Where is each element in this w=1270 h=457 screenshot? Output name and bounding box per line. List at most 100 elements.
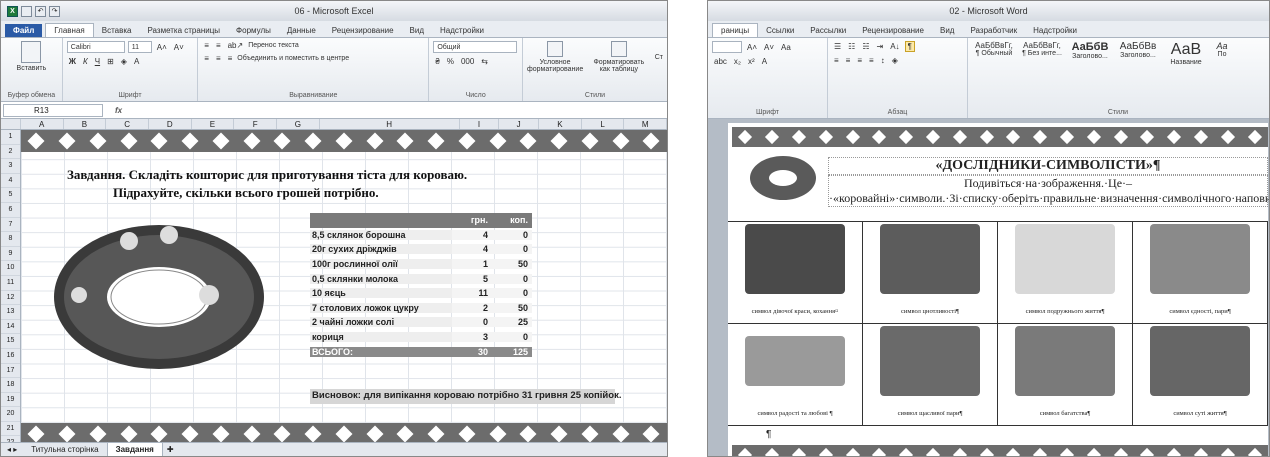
row-header[interactable]: 8: [1, 232, 20, 247]
col-header[interactable]: E: [192, 119, 235, 129]
font-size-select[interactable]: [712, 41, 742, 53]
col-header[interactable]: I: [460, 119, 500, 129]
tab-addins[interactable]: Надстройки: [432, 24, 492, 37]
paste-button[interactable]: Вставить: [5, 65, 58, 72]
superscript-icon[interactable]: x²: [746, 57, 757, 66]
align-center-icon[interactable]: ≡: [214, 54, 223, 63]
align-right-icon[interactable]: ≡: [855, 56, 864, 65]
style-title[interactable]: АаВ Название: [1164, 41, 1208, 115]
sort-icon[interactable]: A↓: [888, 42, 901, 51]
tab-page-layout[interactable]: Разметка страницы: [139, 24, 228, 37]
font-name-select[interactable]: Calibri: [66, 41, 125, 53]
row-header[interactable]: 16: [1, 349, 20, 364]
numbering-icon[interactable]: ☷: [846, 42, 857, 51]
font-size-select[interactable]: 11: [127, 41, 152, 53]
tab-page-layout[interactable]: раницы: [712, 23, 759, 37]
percent-button[interactable]: %: [445, 57, 456, 66]
style-heading1[interactable]: АаБбВ Заголово...: [1068, 41, 1112, 115]
excel-logo-icon[interactable]: X: [7, 5, 18, 17]
symbol-cell[interactable]: символ суті життя¶: [1133, 324, 1268, 426]
col-header[interactable]: J: [499, 119, 540, 129]
bold-button[interactable]: Ж: [67, 57, 78, 66]
justify-icon[interactable]: ≡: [867, 56, 876, 65]
shrink-font-icon[interactable]: A˅: [762, 43, 776, 52]
table-row[interactable]: 8,5 склянок борошна 4 0: [310, 228, 532, 243]
align-right-icon[interactable]: ≡: [226, 54, 235, 63]
subscript-icon[interactable]: x₂: [732, 57, 743, 66]
tab-view[interactable]: Вид: [932, 24, 962, 37]
row-header[interactable]: 12: [1, 291, 20, 306]
row-header[interactable]: 6: [1, 203, 20, 218]
conditional-format-button[interactable]: Условное форматирование: [527, 41, 583, 73]
row-header[interactable]: 21: [1, 422, 20, 437]
name-box[interactable]: R13: [3, 103, 103, 117]
table-row[interactable]: 7 столових ложок цукру 2 50: [310, 301, 532, 316]
align-top-icon[interactable]: ≡: [202, 41, 211, 50]
total-row[interactable]: ВСЬОГО: 30 125: [310, 344, 532, 359]
document-page[interactable]: «ДОСЛІДНИКИ-СИМВОЛІСТИ»¶ Подивіться·на·з…: [728, 123, 1269, 456]
currency-icon[interactable]: ₴: [433, 57, 441, 66]
strikethrough-icon[interactable]: abc: [712, 57, 729, 66]
row-header[interactable]: 7: [1, 218, 20, 233]
tab-file[interactable]: Файл: [5, 24, 43, 37]
underline-button[interactable]: Ч: [93, 57, 102, 66]
sheet-nav-icon[interactable]: ◂ ▸: [1, 445, 23, 454]
table-row[interactable]: кориця 3 0: [310, 330, 532, 345]
row-header[interactable]: 9: [1, 247, 20, 262]
style-subtitle[interactable]: Аа По: [1212, 41, 1232, 115]
col-header[interactable]: L: [582, 119, 625, 129]
format-as-table-button[interactable]: Форматировать как таблицу: [591, 41, 647, 73]
tab-review[interactable]: Рецензирование: [854, 24, 932, 37]
decimal-icon[interactable]: ⇆: [479, 57, 490, 66]
bullets-icon[interactable]: ☰: [832, 42, 843, 51]
row-header[interactable]: 20: [1, 407, 20, 422]
table-row[interactable]: 10 яєць 11 0: [310, 286, 532, 301]
row-header[interactable]: 17: [1, 364, 20, 379]
table-row[interactable]: 0,5 склянки молока 5 0: [310, 271, 532, 286]
tab-developer[interactable]: Разработчик: [962, 24, 1025, 37]
symbol-cell[interactable]: символ цнотливості¶: [863, 222, 998, 324]
tab-mailings[interactable]: Рассылки: [802, 24, 854, 37]
align-left-icon[interactable]: ≡: [832, 56, 841, 65]
sheet-tab-title[interactable]: Титульна сторінка: [23, 443, 108, 456]
symbol-cell[interactable]: символ багатства¶: [998, 324, 1133, 426]
col-header[interactable]: M: [624, 119, 667, 129]
symbol-cell[interactable]: символ щасливої пари¶: [863, 324, 998, 426]
thousands-button[interactable]: 000: [459, 57, 476, 66]
line-spacing-icon[interactable]: ↕: [879, 56, 887, 65]
symbol-cell[interactable]: символ подружнього життя¶: [998, 222, 1133, 324]
col-header[interactable]: D: [149, 119, 192, 129]
row-header[interactable]: 19: [1, 393, 20, 408]
shrink-font-icon[interactable]: A˅: [172, 43, 186, 52]
change-case-icon[interactable]: Aa: [779, 43, 793, 52]
col-header[interactable]: K: [539, 119, 582, 129]
font-color-icon[interactable]: A: [132, 57, 141, 66]
row-header[interactable]: 1: [1, 130, 20, 145]
col-header[interactable]: F: [234, 119, 277, 129]
tab-insert[interactable]: Вставка: [94, 24, 140, 37]
italic-button[interactable]: К: [81, 57, 90, 66]
paste-icon[interactable]: [21, 41, 42, 63]
new-sheet-icon[interactable]: ✚: [163, 445, 178, 454]
col-header[interactable]: C: [106, 119, 149, 129]
table-row[interactable]: 100г рослинної олії 1 50: [310, 257, 532, 272]
font-color-icon[interactable]: A: [760, 57, 769, 66]
align-middle-icon[interactable]: ≡: [214, 41, 223, 50]
cell-styles-button[interactable]: Ст: [655, 54, 663, 61]
symbol-cell[interactable]: символ радості та любові ¶: [728, 324, 863, 426]
save-icon[interactable]: [21, 5, 32, 17]
multilevel-icon[interactable]: ☵: [860, 42, 871, 51]
wrap-text-button[interactable]: Перенос текста: [248, 42, 299, 49]
row-header[interactable]: 3: [1, 159, 20, 174]
symbol-cell[interactable]: символ дівочої краси, кохання¤: [728, 222, 863, 324]
table-row[interactable]: 20г сухих дріжджів 4 0: [310, 242, 532, 257]
tab-formulas[interactable]: Формулы: [228, 24, 279, 37]
row-header[interactable]: 18: [1, 378, 20, 393]
merge-center-button[interactable]: Объединить и поместить в центре: [237, 55, 349, 62]
redo-icon[interactable]: ↷: [49, 5, 60, 17]
col-header[interactable]: G: [277, 119, 320, 129]
indent-icon[interactable]: ⇥: [875, 42, 886, 51]
style-normal[interactable]: АаБбВвГг, ¶ Обычный: [972, 41, 1016, 115]
row-header[interactable]: 4: [1, 174, 20, 189]
row-header[interactable]: 5: [1, 188, 20, 203]
